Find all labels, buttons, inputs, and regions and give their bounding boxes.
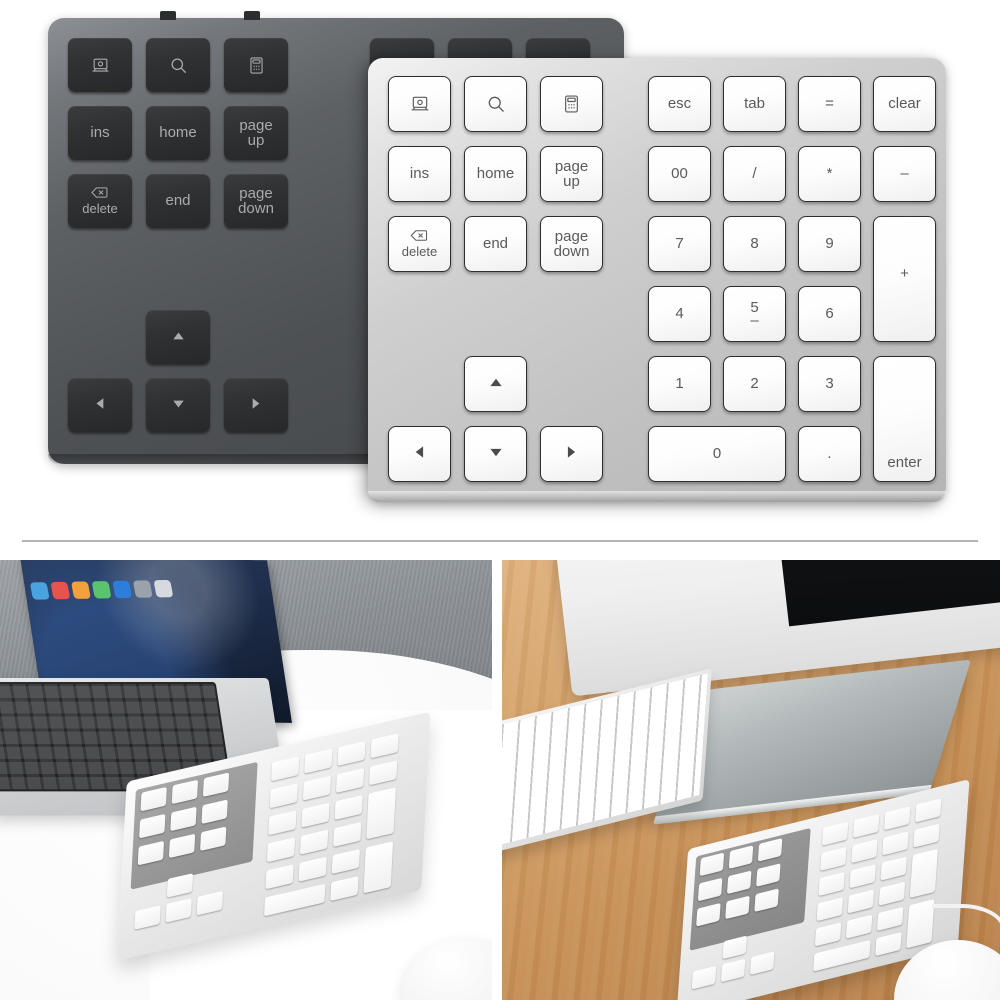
arrow-up-icon <box>489 376 503 392</box>
display-icon <box>410 94 430 114</box>
key-delete-silver[interactable]: delete <box>388 216 451 272</box>
hero-product-shot: esc ins home page up 00 <box>0 0 1000 540</box>
lifestyle-photo-row <box>0 560 1000 1000</box>
calculator-icon <box>563 94 580 114</box>
key-period-silver[interactable]: . <box>798 426 861 482</box>
search-icon <box>486 94 506 114</box>
display-icon <box>91 56 110 75</box>
key-delete-dark[interactable]: delete <box>68 174 132 228</box>
key-four-silver[interactable]: 4 <box>648 286 711 342</box>
key-eight-silver[interactable]: 8 <box>723 216 786 272</box>
top-tab-right <box>244 11 260 20</box>
key-arrow-down-silver[interactable] <box>464 426 527 482</box>
arrow-right-icon <box>566 445 577 463</box>
key-enter-silver[interactable]: enter <box>873 356 936 482</box>
key-display-dark[interactable] <box>68 38 132 92</box>
key-ins-silver[interactable]: ins <box>388 146 451 202</box>
key-slash-silver[interactable]: / <box>723 146 786 202</box>
key-one-silver[interactable]: 1 <box>648 356 711 412</box>
photo-imac-wood-desk <box>502 560 1000 1000</box>
top-tab-left <box>160 11 176 20</box>
key-arrow-left-silver[interactable] <box>388 426 451 482</box>
key-page-up-silver[interactable]: page up <box>540 146 603 202</box>
keypad-silver: esc tab = clear ins home page up 00 / * … <box>368 58 946 502</box>
section-divider <box>22 540 978 542</box>
key-zero-silver[interactable]: 0 <box>648 426 786 482</box>
key-calculator-dark[interactable] <box>224 38 288 92</box>
key-arrow-right-silver[interactable] <box>540 426 603 482</box>
key-clear-silver[interactable]: clear <box>873 76 936 132</box>
arrow-up-icon <box>172 329 185 345</box>
key-page-down-silver[interactable]: page down <box>540 216 603 272</box>
five-tactile-marker: – <box>750 311 759 329</box>
macos-dock <box>29 574 201 603</box>
key-page-up-dark[interactable]: page up <box>224 106 288 160</box>
key-display-silver[interactable] <box>388 76 451 132</box>
calculator-icon <box>248 56 265 75</box>
key-arrow-right-dark[interactable] <box>224 378 288 432</box>
key-search-silver[interactable] <box>464 76 527 132</box>
key-six-silver[interactable]: 6 <box>798 286 861 342</box>
key-double-zero-silver[interactable]: 00 <box>648 146 711 202</box>
key-arrow-up-silver[interactable] <box>464 356 527 412</box>
key-arrow-up-dark[interactable] <box>146 310 210 364</box>
key-tab-silver[interactable]: tab <box>723 76 786 132</box>
key-equals-silver[interactable]: = <box>798 76 861 132</box>
key-two-silver[interactable]: 2 <box>723 356 786 412</box>
key-arrow-left-dark[interactable] <box>68 378 132 432</box>
search-icon <box>169 56 188 75</box>
key-home-silver[interactable]: home <box>464 146 527 202</box>
key-search-dark[interactable] <box>146 38 210 92</box>
photo-laptop-desk <box>0 560 492 1000</box>
key-end-silver[interactable]: end <box>464 216 527 272</box>
key-arrow-down-dark[interactable] <box>146 378 210 432</box>
key-minus-silver[interactable]: – <box>873 146 936 202</box>
key-nine-silver[interactable]: 9 <box>798 216 861 272</box>
key-seven-silver[interactable]: 7 <box>648 216 711 272</box>
key-ins-dark[interactable]: ins <box>68 106 132 160</box>
product-image-page: esc ins home page up 00 <box>0 0 1000 1000</box>
arrow-down-icon <box>489 446 503 462</box>
key-five-silver[interactable]: 5 – <box>723 286 786 342</box>
key-asterisk-silver[interactable]: * <box>798 146 861 202</box>
key-esc-silver[interactable]: esc <box>648 76 711 132</box>
key-calculator-silver[interactable] <box>540 76 603 132</box>
arrow-left-icon <box>95 397 105 414</box>
key-three-silver[interactable]: 3 <box>798 356 861 412</box>
arrow-down-icon <box>172 397 185 413</box>
key-page-down-dark[interactable]: page down <box>224 174 288 228</box>
arrow-right-icon <box>251 397 261 414</box>
delete-icon <box>402 230 437 244</box>
key-end-dark[interactable]: end <box>146 174 210 228</box>
key-home-dark[interactable]: home <box>146 106 210 160</box>
key-plus-silver[interactable]: + <box>873 216 936 342</box>
arrow-left-icon <box>414 445 425 463</box>
delete-icon <box>82 187 117 201</box>
